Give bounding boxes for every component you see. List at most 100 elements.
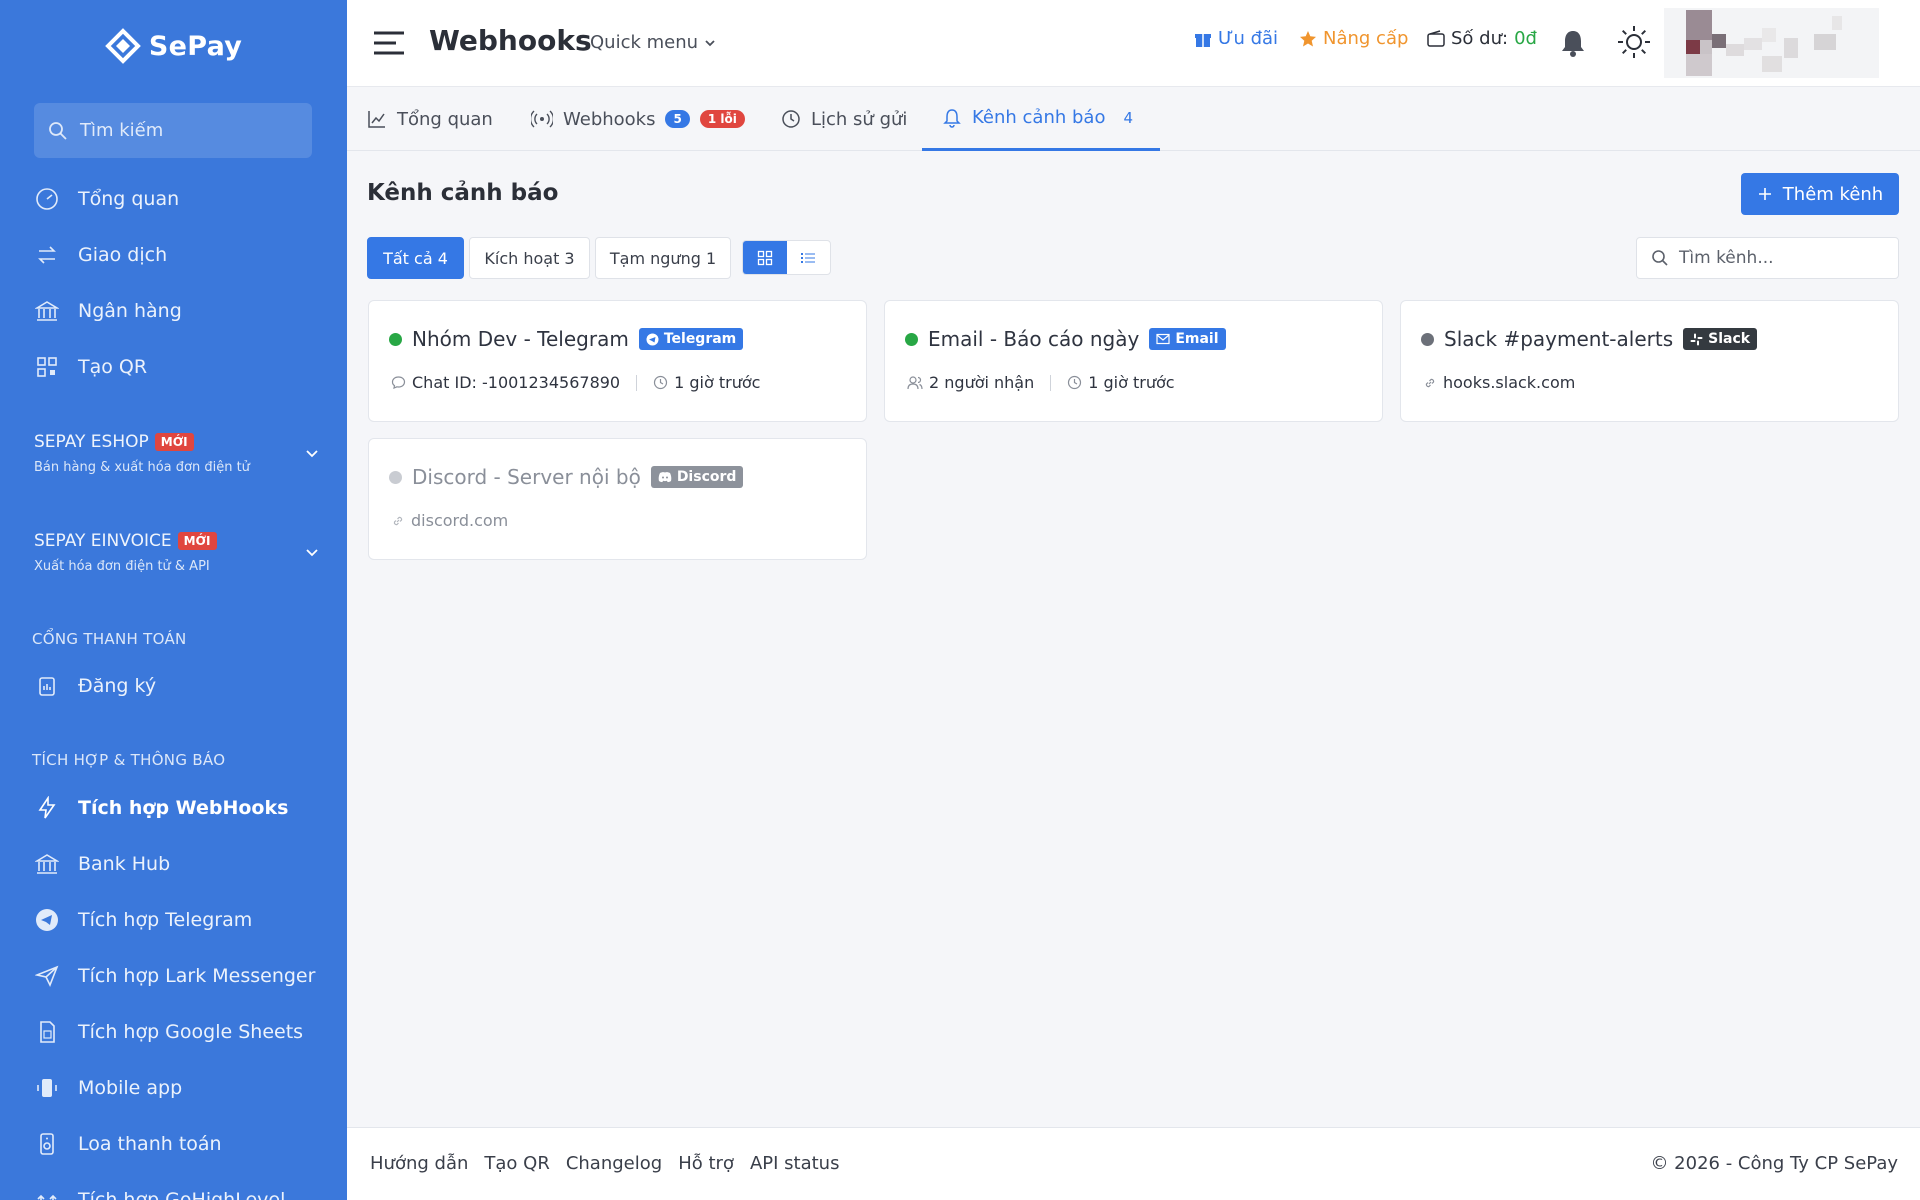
webhooks-error-badge: 1 lỗi <box>699 110 745 128</box>
chevron-down-icon <box>306 549 318 557</box>
sidebar-item-mobile-app[interactable]: Mobile app <box>34 1075 182 1101</box>
pixelated-avatar-image <box>1664 8 1879 78</box>
section-integrations: TÍCH HỢP & THÔNG BÁO <box>32 751 226 769</box>
sidebar-item-lark[interactable]: Tích hợp Lark Messenger <box>34 963 315 989</box>
divider <box>1050 374 1052 391</box>
tab-alert-channels[interactable]: Kênh cảnh báo 4 <box>922 87 1160 151</box>
sidebar-item-label: Tích hợp Google Sheets <box>78 1021 304 1043</box>
bell-outline-icon <box>943 108 961 128</box>
sidebar-item-label: Tích hợp WebHooks <box>78 797 289 819</box>
channel-type-badge: Telegram <box>638 328 744 350</box>
sidebar-search-input[interactable]: Tìm kiếm <box>34 103 312 158</box>
channel-card[interactable]: Discord - Server nội bộ Discord discord.… <box>368 438 867 560</box>
sidebar-item-label: Tạo QR <box>78 356 148 378</box>
avatar[interactable] <box>1664 8 1879 78</box>
app-name: SePay <box>148 30 243 62</box>
upgrade-label: Nâng cấp <box>1323 28 1409 49</box>
bank-icon <box>34 298 60 324</box>
sepay-logo-icon <box>105 28 141 64</box>
sidebar-group-einvoice[interactable]: SEPAY EINVOICE MỚI Xuất hóa đơn điện tử &… <box>34 531 319 574</box>
promo-link[interactable]: Ưu đãi <box>1194 28 1278 49</box>
sun-icon <box>1618 26 1650 58</box>
status-dot-active <box>905 332 918 346</box>
transfer-icon <box>34 242 60 268</box>
filter-paused[interactable]: Tạm ngưng 1 <box>595 237 731 279</box>
group-title: SEPAY EINVOICE <box>34 531 172 551</box>
channel-card[interactable]: Email - Báo cáo ngày Email 2 người nhận … <box>884 300 1383 422</box>
channel-card[interactable]: Nhóm Dev - Telegram Telegram Chat ID: -1… <box>368 300 867 422</box>
footer-link-support[interactable]: Hỗ trợ <box>678 1153 734 1174</box>
channel-type-label: Slack <box>1708 331 1751 347</box>
section-title: Kênh cảnh báo <box>367 180 559 206</box>
clipboard-icon <box>34 673 60 699</box>
footer-link-changelog[interactable]: Changelog <box>566 1153 662 1174</box>
sheet-icon <box>34 1019 60 1045</box>
notifications-button[interactable] <box>1559 28 1587 62</box>
sidebar-item-webhooks[interactable]: Tích hợp WebHooks <box>34 795 288 821</box>
sidebar-item-google-sheets[interactable]: Tích hợp Google Sheets <box>34 1019 303 1045</box>
app-logo[interactable]: SePay <box>0 28 347 64</box>
footer-link-guide[interactable]: Hướng dẫn <box>370 1153 468 1174</box>
sidebar-item-label: Loa thanh toán <box>78 1133 222 1155</box>
search-icon <box>1652 250 1668 266</box>
alert-channels-count: 4 <box>1123 108 1133 127</box>
channel-name: Email - Báo cáo ngày <box>928 327 1140 351</box>
topbar: Webhooks Quick menu Ưu đãi Nâng cấp Số d… <box>347 0 1920 87</box>
sidebar-item-register[interactable]: Đăng ký <box>34 673 156 699</box>
sidebar-item-label: Bank Hub <box>78 853 171 875</box>
channel-name: Slack #payment-alerts <box>1444 327 1674 351</box>
sidebar-group-eshop[interactable]: SEPAY ESHOP MỚI Bán hàng & xuất hóa đơn đ… <box>34 432 319 475</box>
tab-webhooks[interactable]: Webhooks 5 1 lỗi <box>531 87 745 151</box>
filter-active[interactable]: Kích hoạt 3 <box>469 237 590 279</box>
sidebar-item-overview[interactable]: Tổng quan <box>34 186 179 212</box>
sidebar-item-gohighlevel[interactable]: Tích hợp GoHighLevel <box>34 1187 285 1200</box>
channel-name: Discord - Server nội bộ <box>412 465 641 489</box>
add-channel-button[interactable]: Thêm kênh <box>1741 173 1899 215</box>
star-icon <box>1300 30 1316 46</box>
sidebar-item-speaker[interactable]: Loa thanh toán <box>34 1131 222 1157</box>
channel-detail: Chat ID: -1001234567890 <box>412 373 621 392</box>
dashboard-icon <box>34 186 60 212</box>
footer-link-api-status[interactable]: API status <box>750 1153 840 1174</box>
filter-all[interactable]: Tất cả 4 <box>367 237 464 279</box>
footer-link-create-qr[interactable]: Tạo QR <box>484 1153 549 1174</box>
telegram-icon <box>34 907 60 933</box>
tab-send-history[interactable]: Lịch sử gửi <box>781 87 907 151</box>
footer-links: Hướng dẫn Tạo QR Changelog Hỗ trợ API st… <box>370 1153 839 1174</box>
new-badge: MỚI <box>154 433 194 451</box>
grid-view-button[interactable] <box>743 241 787 274</box>
balance-label: Số dư: <box>1451 28 1509 49</box>
menu-toggle-button[interactable] <box>372 26 406 64</box>
channel-detail: hooks.slack.com <box>1443 373 1576 392</box>
hamburger-icon <box>374 31 404 55</box>
channel-last-time: 1 giờ trước <box>674 373 761 392</box>
balance-display[interactable]: Số dư: 0đ <box>1427 28 1537 49</box>
sidebar-item-transactions[interactable]: Giao dịch <box>34 242 167 268</box>
upgrade-link[interactable]: Nâng cấp <box>1299 28 1408 49</box>
sidebar-item-banks[interactable]: Ngân hàng <box>34 298 182 324</box>
quick-menu-label: Quick menu <box>590 32 699 53</box>
channel-search-input[interactable]: Tìm kênh... <box>1636 237 1899 279</box>
bell-icon <box>1562 31 1584 57</box>
footer: Hướng dẫn Tạo QR Changelog Hỗ trợ API st… <box>347 1127 1920 1200</box>
tab-overview[interactable]: Tổng quan <box>367 87 493 151</box>
channel-card[interactable]: Slack #payment-alerts Slack hooks.slack.… <box>1400 300 1899 422</box>
sidebar-item-telegram[interactable]: Tích hợp Telegram <box>34 907 252 933</box>
phone-icon <box>34 1075 60 1101</box>
slack-icon <box>1690 333 1703 345</box>
sidebar-item-bank-hub[interactable]: Bank Hub <box>34 851 170 877</box>
channel-type-badge: Email <box>1149 328 1226 350</box>
sidebar: SePay Tìm kiếm Tổng quan Giao dịch Ngân … <box>0 0 347 1200</box>
chevron-down-icon <box>705 39 715 46</box>
sidebar-item-create-qr[interactable]: Tạo QR <box>34 354 147 380</box>
status-dot-unknown <box>1421 332 1434 346</box>
list-view-button[interactable] <box>787 241 831 274</box>
tab-label: Lịch sử gửi <box>811 108 908 130</box>
link-icon <box>393 516 403 525</box>
users-icon <box>907 376 923 390</box>
quick-menu-dropdown[interactable]: Quick menu <box>590 32 716 53</box>
send-icon <box>34 963 60 989</box>
sidebar-search-placeholder: Tìm kiếm <box>80 120 164 141</box>
channel-detail: discord.com <box>411 511 509 530</box>
theme-toggle-button[interactable] <box>1617 25 1651 63</box>
